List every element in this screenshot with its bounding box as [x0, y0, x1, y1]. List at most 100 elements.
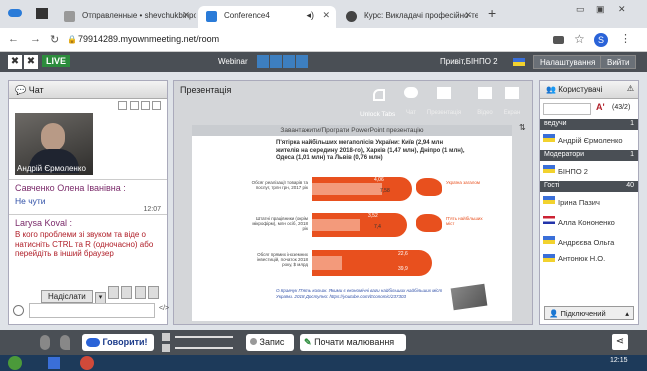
video-icon — [478, 87, 492, 99]
profile-avatar[interactable]: S — [594, 33, 608, 47]
flag-icon — [543, 196, 555, 204]
upload-arrow-icon[interactable]: ⇅ — [519, 123, 526, 132]
link-icon[interactable] — [121, 286, 133, 299]
flag-icon — [543, 254, 555, 262]
tab-mail[interactable]: Отправленные • shevchukbinpo ✕ — [56, 6, 196, 28]
close-window-icon[interactable]: ✕ — [618, 4, 626, 15]
reload-icon[interactable]: ↻ — [50, 33, 59, 46]
message-author: Larysa Koval : — [15, 218, 73, 228]
volume-up-icon[interactable] — [162, 333, 170, 341]
slide-row: Обсяг реалізації товарів та послуг, трлн… — [248, 176, 498, 204]
section-hosts[interactable]: ведучи 1 — [540, 119, 638, 130]
exit-button[interactable]: Вийти — [600, 55, 637, 69]
minimize-icon[interactable]: ▭ — [576, 4, 585, 15]
mic-slider[interactable] — [175, 347, 233, 349]
film-icon[interactable] — [36, 8, 48, 19]
speaker-icon — [86, 338, 100, 348]
save-icon[interactable] — [48, 357, 60, 369]
warning-icon: ⚠ — [626, 84, 634, 93]
forward-icon[interactable]: → — [30, 33, 41, 45]
restore-icon[interactable]: ▣ — [596, 4, 605, 15]
share-icon[interactable]: ⋖ — [612, 334, 628, 350]
back-icon[interactable]: ← — [8, 33, 19, 45]
font-size-icon[interactable]: A' — [596, 102, 605, 112]
flag-icon — [543, 134, 555, 142]
location-icon[interactable] — [60, 335, 70, 350]
gear-icon[interactable] — [257, 55, 269, 68]
lock-icon[interactable] — [270, 55, 282, 68]
section-moderators[interactable]: Модератори 1 — [540, 150, 638, 161]
settings-button[interactable]: Налаштування — [533, 55, 603, 69]
fullscreen-icon[interactable]: ✖ — [24, 55, 38, 69]
user-item[interactable]: Андрій Єрмоленко — [540, 130, 638, 150]
flag-icon — [543, 216, 555, 224]
record-dot-icon — [250, 338, 257, 345]
app-toolbar: ✖ ✖ LIVE Webinar Привіт,БІНПО 2 Налаштув… — [0, 52, 647, 72]
user-item[interactable]: БІНПО 2 — [540, 161, 638, 181]
presentation-icon — [437, 87, 451, 99]
tab-course[interactable]: Курс: Викладачі професійно-те ✕ — [338, 6, 478, 28]
user-item[interactable]: Андрєєва Ольга — [540, 232, 638, 252]
unlock-icon[interactable] — [373, 89, 385, 101]
text-size-icon[interactable] — [140, 101, 150, 110]
font-icon[interactable] — [118, 101, 128, 110]
section-guests[interactable]: Гості 40 — [540, 181, 638, 192]
address-bar: ← → ↻ 🔒 79914289.myownmeeting.net/room ☆… — [0, 28, 647, 52]
row-label: Обсяг прямих іноземних інвестицій, почат… — [256, 252, 308, 267]
lock-icon[interactable] — [147, 286, 159, 299]
mic-icon[interactable] — [40, 335, 50, 350]
chat-format-toolbar — [9, 99, 167, 113]
close-icon[interactable]: ✕ — [464, 10, 472, 21]
draw-button[interactable]: ✎ Почати малювання — [300, 334, 406, 351]
chevron-up-icon: ▴ — [625, 309, 629, 318]
flag-icon — [513, 58, 525, 66]
attach-icon[interactable] — [108, 286, 120, 299]
tool-screen[interactable]: Екран — [500, 87, 524, 116]
close-icon[interactable]: ✕ — [182, 10, 190, 21]
video-thumbnail[interactable]: Андрій Єрмоленко — [15, 113, 93, 175]
layout-icon[interactable]: ✖ — [8, 55, 22, 69]
start-icon[interactable] — [8, 356, 22, 370]
text-size-small-icon[interactable] — [152, 101, 161, 110]
chat-bubble-icon — [404, 87, 418, 98]
lock-icon: 🔒 — [67, 35, 77, 44]
new-tab-button[interactable]: + — [488, 5, 496, 21]
menu-icon[interactable]: ⋮ — [620, 32, 631, 45]
cloud-icon[interactable] — [8, 9, 22, 17]
camera-icon[interactable] — [553, 36, 564, 44]
upload-ppt-bar[interactable]: Завантажити/Програти PowerPoint презента… — [192, 125, 512, 136]
chat-header: 💬 Чат — [9, 81, 167, 99]
volume-slider[interactable] — [175, 336, 233, 338]
users-icon: 👥 — [546, 85, 556, 94]
chrome-icon[interactable] — [80, 356, 94, 370]
record-icon[interactable] — [296, 55, 308, 68]
camera-icon[interactable] — [283, 55, 295, 68]
close-icon[interactable]: ✕ — [322, 10, 330, 21]
user-item[interactable]: Ірина Пазич — [540, 192, 638, 212]
settings-icon[interactable] — [134, 286, 146, 299]
newspaper-icon — [450, 283, 488, 311]
users-search-input[interactable] — [543, 103, 591, 115]
user-item[interactable]: Антонюк Н.О. — [540, 252, 638, 264]
mail-icon — [64, 11, 75, 22]
connected-status[interactable]: 👤 Підключений ▴ — [544, 306, 634, 320]
tool-chat[interactable]: Чат — [400, 87, 422, 116]
chat-message: Савченко Олена Іванівна : Не чути 12:07 — [9, 179, 167, 214]
smiley-icon[interactable] — [13, 305, 24, 316]
chat-panel: 💬 Чат Андрій Єрмоленко Савченко Олена Ів… — [8, 80, 169, 325]
star-icon[interactable]: ☆ — [574, 32, 585, 46]
user-item[interactable]: Алла Кононенко — [540, 212, 638, 232]
record-button[interactable]: Запис — [246, 334, 294, 351]
url-field[interactable]: 79914289.myownmeeting.net/room — [78, 34, 219, 44]
volume-down-icon[interactable] — [162, 344, 170, 352]
code-icon[interactable]: </> — [159, 305, 169, 312]
tool-video[interactable]: Відео — [474, 87, 496, 116]
unlock-tabs-label[interactable]: Unlock Tabs — [360, 111, 395, 118]
tool-presentation[interactable]: Презентація — [424, 87, 464, 116]
slide-heading: П'ятірка найбільших мегаполісів України:… — [276, 140, 465, 161]
tab-conference[interactable]: Conference4 ◂) ✕ — [198, 6, 336, 28]
emoji-icon[interactable] — [129, 101, 139, 110]
video-name-label: Андрій Єрмоленко — [17, 164, 86, 173]
chat-input[interactable] — [29, 303, 155, 318]
speak-button[interactable]: Говорити! — [82, 334, 154, 351]
